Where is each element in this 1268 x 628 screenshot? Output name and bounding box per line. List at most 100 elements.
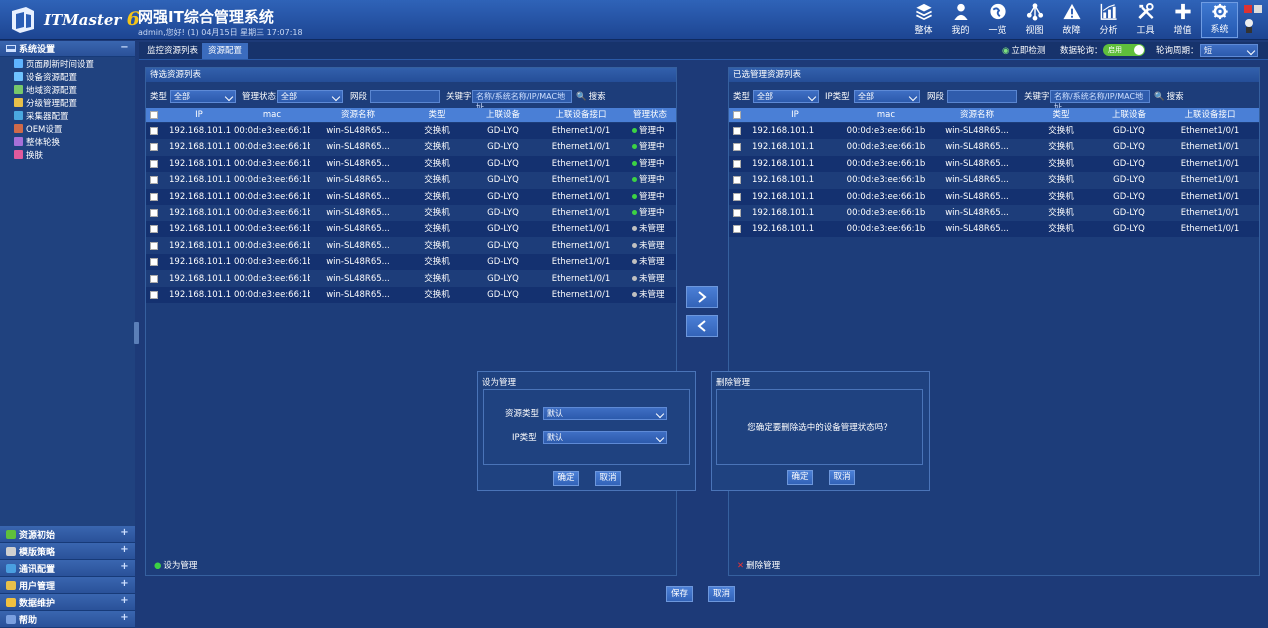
sidebar-section-5[interactable]: 帮助 + — [0, 611, 135, 628]
column-header[interactable]: 资源名称 — [310, 108, 406, 122]
row-checkbox[interactable] — [733, 176, 741, 185]
detect-now-button[interactable]: ◉ 立即检测 — [1002, 43, 1045, 59]
table-row[interactable]: 192.168.101.1 00:0d:e3:ee:66:1b win-SL48R6… — [146, 237, 676, 254]
select-all-checkbox[interactable] — [150, 111, 158, 119]
cancel-button[interactable]: 取消 — [708, 586, 735, 602]
row-checkbox[interactable] — [150, 241, 158, 250]
table-row[interactable]: 192.168.101.1 00:0d:e3:ee:66:1b win-SL48R6… — [729, 221, 1259, 238]
ok-button[interactable]: 确定 — [787, 470, 813, 485]
tab-resource-config[interactable]: 资源配置 — [202, 43, 249, 59]
expand-icon[interactable]: + — [119, 579, 130, 590]
sidebar-item-5[interactable]: OEM设置 — [0, 122, 135, 135]
column-header[interactable]: 上联设备 — [468, 108, 538, 122]
nav-item-5[interactable]: 分析 — [1090, 2, 1127, 38]
nav-item-7[interactable]: 增值 — [1164, 2, 1201, 38]
sidebar-item-1[interactable]: 设备资源配置 — [0, 70, 135, 83]
delete-managed-button[interactable]: ✕ 删除管理 — [737, 559, 780, 573]
row-checkbox[interactable] — [150, 274, 158, 283]
res-type-select[interactable]: 默认 — [543, 407, 667, 420]
column-header[interactable]: 资源名称 — [929, 108, 1025, 122]
column-header[interactable]: 上联设备接口 — [1161, 108, 1259, 122]
row-checkbox[interactable] — [733, 143, 741, 152]
nav-item-6[interactable]: 工具 — [1127, 2, 1164, 38]
sidebar-item-2[interactable]: 地域资源配置 — [0, 83, 135, 96]
row-checkbox[interactable] — [150, 127, 158, 135]
table-row[interactable]: 192.168.101.1 00:0d:e3:ee:66:1b win-SL48R6… — [729, 139, 1259, 156]
sidebar-section-1[interactable]: 模版策略 + — [0, 543, 135, 560]
keyword-input[interactable]: 名称/系统名称/IP/MAC地址 — [1050, 90, 1150, 112]
sidebar-section-2[interactable]: 通讯配置 + — [0, 560, 135, 577]
type-select[interactable]: 全部 — [170, 90, 236, 103]
sidebar-item-3[interactable]: 分级管理配置 — [0, 96, 135, 109]
column-header[interactable]: 管理状态 — [624, 108, 676, 122]
sidebar-section-3[interactable]: 用户管理 + — [0, 577, 135, 594]
nav-item-2[interactable]: 一览 — [979, 2, 1016, 38]
table-row[interactable]: 192.168.101.1 00:0d:e3:ee:66:1b win-SL48R6… — [729, 188, 1259, 205]
expand-icon[interactable]: + — [119, 613, 130, 624]
sidebar-item-0[interactable]: 页面刷新时间设置 — [0, 57, 135, 70]
ip-type-select[interactable]: 默认 — [543, 431, 667, 444]
nav-item-8[interactable]: 系统 — [1201, 2, 1238, 38]
expand-icon[interactable]: + — [119, 528, 130, 539]
cancel-button[interactable]: 取消 — [829, 470, 855, 485]
keyword-input[interactable]: 名称/系统名称/IP/MAC地址 — [472, 90, 572, 112]
expand-icon[interactable]: + — [119, 562, 130, 573]
column-header[interactable]: 上联设备接口 — [538, 108, 624, 122]
search-button[interactable]: 🔍 搜索 — [1154, 91, 1184, 104]
window-controls-icon[interactable] — [1242, 3, 1264, 35]
move-right-button[interactable] — [686, 286, 718, 308]
nav-item-3[interactable]: 视图 — [1016, 2, 1053, 38]
row-checkbox[interactable] — [150, 176, 158, 185]
table-row[interactable]: 192.168.101.1 00:0d:e3:ee:66:1b win-SL48R6… — [146, 270, 676, 287]
iptype-select[interactable]: 全部 — [854, 90, 920, 103]
segment-input[interactable] — [370, 90, 440, 103]
column-header[interactable]: 类型 — [1025, 108, 1097, 122]
row-checkbox[interactable] — [733, 225, 741, 234]
cycle-select[interactable]: 短 — [1200, 44, 1258, 57]
table-row[interactable]: 192.168.101.1 00:0d:e3:ee:66:1b win-SL48R6… — [729, 205, 1259, 221]
nav-item-0[interactable]: 整体 — [905, 2, 942, 38]
move-left-button[interactable] — [686, 315, 718, 337]
table-row[interactable]: 192.168.101.1 00:0d:e3:ee:66:1b win-SL48R6… — [146, 155, 676, 172]
sidebar-section-0[interactable]: 资源初始 + — [0, 526, 135, 543]
status-select[interactable]: 全部 — [277, 90, 343, 103]
row-checkbox[interactable] — [733, 192, 741, 201]
table-row[interactable]: 192.168.101.1 00:0d:e3:ee:66:1b win-SL48R6… — [146, 188, 676, 205]
row-checkbox[interactable] — [150, 258, 158, 267]
row-checkbox[interactable] — [150, 192, 158, 201]
set-managed-button[interactable]: ● 设为管理 — [154, 559, 197, 573]
sidebar-section-4[interactable]: 数据维护 + — [0, 594, 135, 611]
table-row[interactable]: 192.168.101.1 00:0d:e3:ee:66:1b win-SL48R6… — [146, 172, 676, 189]
row-checkbox[interactable] — [150, 225, 158, 234]
table-row[interactable]: 192.168.101.1 00:0d:e3:ee:66:1b win-SL48R6… — [729, 155, 1259, 172]
row-checkbox[interactable] — [150, 143, 158, 152]
expand-icon[interactable]: + — [119, 545, 130, 556]
sidebar-section-system-settings[interactable]: 系统设置 − — [0, 41, 135, 57]
ok-button[interactable]: 确定 — [553, 471, 579, 486]
polling-toggle[interactable]: 启用 — [1103, 44, 1145, 56]
table-row[interactable]: 192.168.101.1 00:0d:e3:ee:66:1b win-SL48R6… — [729, 123, 1259, 139]
save-button[interactable]: 保存 — [666, 586, 693, 602]
table-row[interactable]: 192.168.101.1 00:0d:e3:ee:66:1b win-SL48R6… — [146, 123, 676, 139]
sidebar-item-6[interactable]: 整体轮换 — [0, 135, 135, 148]
cancel-button[interactable]: 取消 — [595, 471, 621, 486]
segment-input[interactable] — [947, 90, 1017, 103]
table-row[interactable]: 192.168.101.1 00:0d:e3:ee:66:1b win-SL48R6… — [146, 254, 676, 271]
table-row[interactable]: 192.168.101.1 00:0d:e3:ee:66:1b win-SL48R6… — [729, 172, 1259, 189]
collapse-icon[interactable]: − — [119, 43, 130, 54]
sidebar-item-4[interactable]: 采集器配置 — [0, 109, 135, 122]
column-header[interactable]: mac — [234, 108, 310, 122]
expand-icon[interactable]: + — [119, 596, 130, 607]
sidebar-collapse-handle[interactable] — [134, 322, 139, 344]
row-checkbox[interactable] — [733, 209, 741, 217]
column-header[interactable]: 类型 — [406, 108, 468, 122]
tab-monitor-list[interactable]: 监控资源列表 — [141, 43, 204, 59]
sidebar-item-7[interactable]: 换肤 — [0, 148, 135, 161]
column-header[interactable]: IP — [164, 108, 234, 122]
row-checkbox[interactable] — [150, 159, 158, 168]
row-checkbox[interactable] — [150, 291, 158, 299]
table-row[interactable]: 192.168.101.1 00:0d:e3:ee:66:1b win-SL48R6… — [146, 205, 676, 221]
row-checkbox[interactable] — [733, 159, 741, 168]
table-row[interactable]: 192.168.101.1 00:0d:e3:ee:66:1b win-SL48R6… — [146, 139, 676, 156]
table-row[interactable]: 192.168.101.1 00:0d:e3:ee:66:1b win-SL48R6… — [146, 221, 676, 238]
